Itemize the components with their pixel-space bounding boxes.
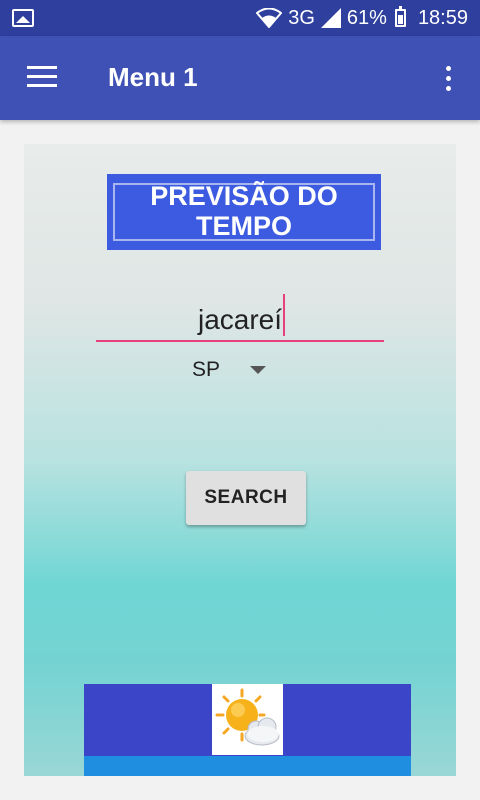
- status-bar: 3G 61% 18:59: [0, 0, 480, 36]
- city-input[interactable]: [96, 294, 384, 342]
- image-notification-icon: [12, 9, 34, 27]
- sun-behind-cloud-icon: [212, 684, 283, 755]
- app-bar: Menu 1: [0, 36, 480, 120]
- text-cursor: [283, 294, 285, 336]
- status-indicators: 3G 61% 18:59: [256, 0, 468, 36]
- page-title: PREVISÃO DO TEMPO: [150, 181, 338, 241]
- state-dropdown[interactable]: SP: [182, 352, 272, 388]
- wifi-icon: [256, 8, 283, 28]
- network-type: 3G: [288, 6, 315, 29]
- main-content: PREVISÃO DO TEMPO SP SEARCH: [24, 144, 456, 776]
- search-button[interactable]: SEARCH: [186, 471, 306, 525]
- battery-percent: 61%: [346, 6, 387, 29]
- overflow-menu-icon[interactable]: [444, 66, 452, 92]
- app-title: Menu 1: [108, 62, 198, 92]
- chevron-down-icon: [250, 366, 266, 374]
- signal-icon: [320, 8, 341, 28]
- weather-strip: [84, 756, 411, 776]
- state-dropdown-value: SP: [192, 358, 221, 381]
- weather-panel: [84, 684, 411, 776]
- battery-icon: [394, 6, 406, 27]
- clock: 18:59: [417, 6, 468, 29]
- hamburger-menu-icon[interactable]: [27, 66, 57, 88]
- heading-box: PREVISÃO DO TEMPO: [107, 174, 381, 250]
